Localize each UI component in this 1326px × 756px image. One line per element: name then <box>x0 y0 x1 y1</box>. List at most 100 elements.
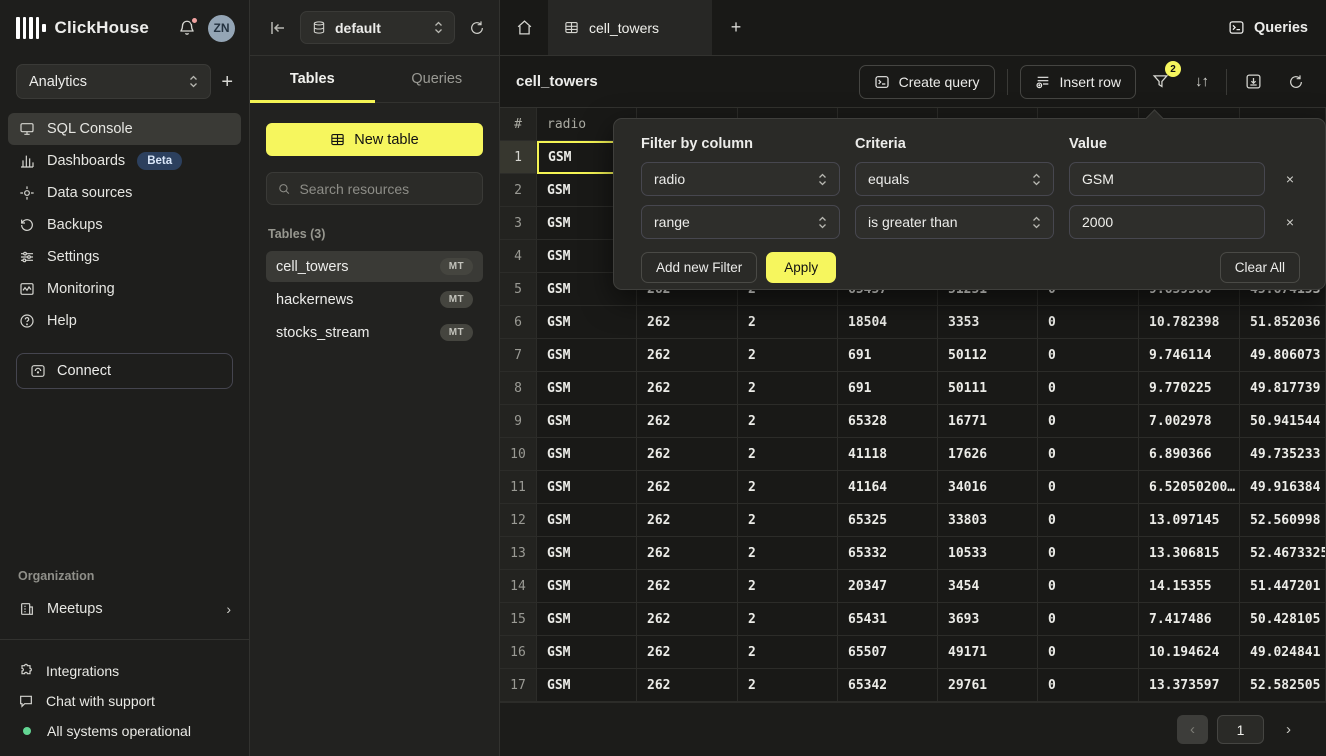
table-cell[interactable]: GSM <box>537 372 637 405</box>
filter-value-input-1[interactable] <box>1069 162 1265 196</box>
table-cell[interactable]: GSM <box>537 405 637 438</box>
table-list-item-hackernews[interactable]: hackernews MT <box>266 284 483 315</box>
sidebar-item-data-sources[interactable]: Data sources <box>8 177 241 209</box>
table-cell[interactable]: 2 <box>738 570 838 603</box>
filter-column-select-1[interactable]: radio <box>641 162 840 196</box>
table-cell[interactable]: GSM <box>537 570 637 603</box>
table-cell[interactable]: 0 <box>1038 438 1139 471</box>
sidebar-item-backups[interactable]: Backups <box>8 209 241 241</box>
table-cell[interactable]: 0 <box>1038 405 1139 438</box>
table-cell[interactable]: 65325 <box>838 504 938 537</box>
table-cell[interactable]: 65342 <box>838 669 938 702</box>
table-cell[interactable]: GSM <box>537 438 637 471</box>
table-list-item-cell-towers[interactable]: cell_towers MT <box>266 251 483 282</box>
database-select[interactable]: default <box>300 11 455 44</box>
table-cell[interactable]: GSM <box>537 537 637 570</box>
table-cell[interactable]: 691 <box>838 339 938 372</box>
table-cell[interactable]: 49.916384 <box>1240 471 1326 504</box>
table-cell[interactable]: 0 <box>1038 636 1139 669</box>
table-cell[interactable]: 49.817739 <box>1240 372 1326 405</box>
table-cell[interactable]: GSM <box>537 603 637 636</box>
table-cell[interactable]: 3353 <box>938 306 1038 339</box>
search-resources[interactable] <box>266 172 483 205</box>
table-cell[interactable]: 13.097145 <box>1139 504 1240 537</box>
table-cell[interactable]: 16771 <box>938 405 1038 438</box>
table-cell[interactable]: 65431 <box>838 603 938 636</box>
apply-button[interactable]: Apply <box>766 252 836 283</box>
table-cell[interactable]: GSM <box>537 471 637 504</box>
table-cell[interactable]: 65507 <box>838 636 938 669</box>
table-cell[interactable]: 51.852036 <box>1240 306 1326 339</box>
home-button[interactable] <box>500 0 548 55</box>
sidebar-item-monitoring[interactable]: Monitoring <box>8 273 241 305</box>
table-cell[interactable]: 51.447201 <box>1240 570 1326 603</box>
new-table-button[interactable]: New table <box>266 123 483 156</box>
table-cell[interactable]: 3693 <box>938 603 1038 636</box>
table-cell[interactable]: 34016 <box>938 471 1038 504</box>
table-cell[interactable]: 262 <box>637 504 738 537</box>
sidebar-item-chat-support[interactable]: Chat with support <box>0 686 249 716</box>
table-cell[interactable]: 0 <box>1038 669 1139 702</box>
sidebar-item-settings[interactable]: Settings <box>8 241 241 273</box>
table-cell[interactable]: 2 <box>738 504 838 537</box>
table-cell[interactable]: 41118 <box>838 438 938 471</box>
sidebar-item-integrations[interactable]: Integrations <box>0 656 249 686</box>
table-cell[interactable]: 262 <box>637 339 738 372</box>
table-cell[interactable]: 3454 <box>938 570 1038 603</box>
new-tab-button[interactable]: + <box>712 0 760 55</box>
table-cell[interactable]: 50.428105 <box>1240 603 1326 636</box>
table-cell[interactable]: 50.941544 <box>1240 405 1326 438</box>
table-cell[interactable]: 65328 <box>838 405 938 438</box>
filter-column-select-2[interactable]: range <box>641 205 840 239</box>
table-cell[interactable]: 10533 <box>938 537 1038 570</box>
sidebar-item-dashboards[interactable]: Dashboards Beta <box>8 145 241 177</box>
add-new-filter-button[interactable]: Add new Filter <box>641 252 757 283</box>
table-cell[interactable]: 49.806073 <box>1240 339 1326 372</box>
table-cell[interactable]: 0 <box>1038 504 1139 537</box>
sidebar-item-sql-console[interactable]: SQL Console <box>8 113 241 145</box>
table-cell[interactable]: 262 <box>637 306 738 339</box>
create-query-button[interactable]: Create query <box>859 65 995 99</box>
refresh-table-button[interactable] <box>1282 68 1310 96</box>
table-cell[interactable]: 52.4673325 <box>1240 537 1326 570</box>
table-cell[interactable]: 262 <box>637 405 738 438</box>
table-cell[interactable]: GSM <box>537 636 637 669</box>
table-cell[interactable]: 262 <box>637 372 738 405</box>
table-cell[interactable]: GSM <box>537 339 637 372</box>
tab-tables[interactable]: Tables <box>250 56 375 102</box>
sidebar-item-meetups[interactable]: Meetups › <box>8 593 241 625</box>
table-cell[interactable]: 49.024841 <box>1240 636 1326 669</box>
clear-all-button[interactable]: Clear All <box>1220 252 1300 283</box>
tab-queries[interactable]: Queries <box>375 56 500 102</box>
table-cell[interactable]: 9.770225 <box>1139 372 1240 405</box>
table-cell[interactable]: 0 <box>1038 306 1139 339</box>
refresh-tables-icon[interactable] <box>469 20 485 36</box>
table-cell[interactable]: 6.890366 <box>1139 438 1240 471</box>
table-cell[interactable]: 20347 <box>838 570 938 603</box>
table-cell[interactable]: 33803 <box>938 504 1038 537</box>
table-cell[interactable]: 262 <box>637 669 738 702</box>
table-cell[interactable]: 10.782398 <box>1139 306 1240 339</box>
connect-button[interactable]: Connect <box>16 353 233 389</box>
table-cell[interactable]: 17626 <box>938 438 1038 471</box>
table-cell[interactable]: 6.52050200… <box>1139 471 1240 504</box>
table-cell[interactable]: 2 <box>738 306 838 339</box>
remove-filter-2-close-icon[interactable]: × <box>1280 210 1300 234</box>
table-cell[interactable]: 7.002978 <box>1139 405 1240 438</box>
table-cell[interactable]: 13.373597 <box>1139 669 1240 702</box>
table-cell[interactable]: 0 <box>1038 372 1139 405</box>
table-list-item-stocks-stream[interactable]: stocks_stream MT <box>266 317 483 348</box>
table-cell[interactable]: 50112 <box>938 339 1038 372</box>
table-cell[interactable]: 2 <box>738 339 838 372</box>
table-cell[interactable]: 2 <box>738 669 838 702</box>
table-cell[interactable]: 0 <box>1038 570 1139 603</box>
table-cell[interactable]: GSM <box>537 669 637 702</box>
table-cell[interactable]: 10.194624 <box>1139 636 1240 669</box>
queries-button[interactable]: Queries <box>1210 0 1326 55</box>
sidebar-item-help[interactable]: Help <box>8 305 241 337</box>
table-cell[interactable]: 52.582505 <box>1240 669 1326 702</box>
collapse-panel-icon[interactable] <box>270 21 286 35</box>
table-cell[interactable]: 2 <box>738 471 838 504</box>
table-cell[interactable]: GSM <box>537 504 637 537</box>
table-cell[interactable]: 0 <box>1038 537 1139 570</box>
